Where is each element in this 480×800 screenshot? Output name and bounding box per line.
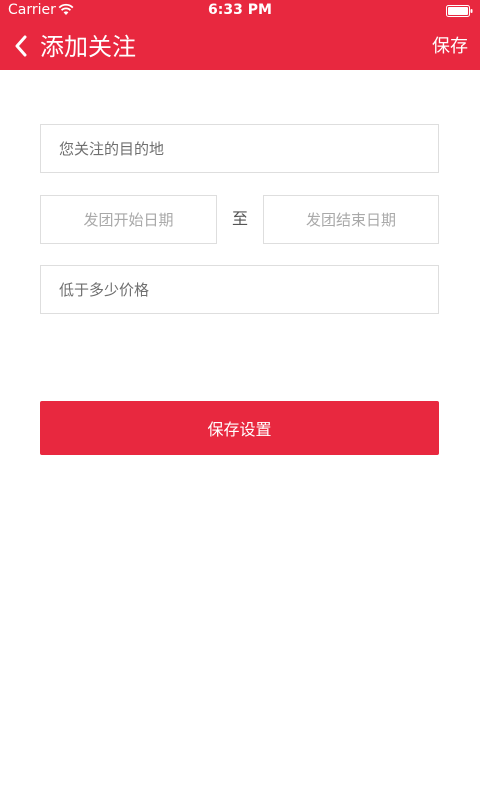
- start-date-placeholder: 发团开始日期: [83, 211, 174, 229]
- save-settings-label: 保存设置: [207, 420, 272, 439]
- destination-placeholder: 您关注的目的地: [59, 140, 165, 158]
- status-time: 6:33 PM: [208, 2, 272, 18]
- price-placeholder: 低于多少价格: [59, 281, 150, 299]
- save-settings-button[interactable]: 保存设置: [40, 401, 439, 455]
- end-date-field[interactable]: 发团结束日期: [263, 195, 439, 244]
- to-label: 至: [231, 209, 248, 228]
- price-field[interactable]: 低于多少价格: [40, 265, 439, 314]
- back-button[interactable]: [6, 22, 36, 70]
- page-title: 添加关注: [40, 33, 136, 61]
- destination-field[interactable]: 您关注的目的地: [40, 124, 439, 173]
- save-button[interactable]: 保存: [432, 35, 468, 59]
- chevron-left-icon: [15, 35, 27, 57]
- battery-icon: [446, 5, 473, 17]
- nav-bar: 添加关注 保存: [0, 22, 480, 70]
- app-header: Carrier 6:33 PM 添加关注 保存: [0, 0, 480, 70]
- start-date-field[interactable]: 发团开始日期: [40, 195, 217, 244]
- end-date-placeholder: 发团结束日期: [305, 211, 396, 229]
- status-bar: Carrier 6:33 PM: [0, 0, 480, 22]
